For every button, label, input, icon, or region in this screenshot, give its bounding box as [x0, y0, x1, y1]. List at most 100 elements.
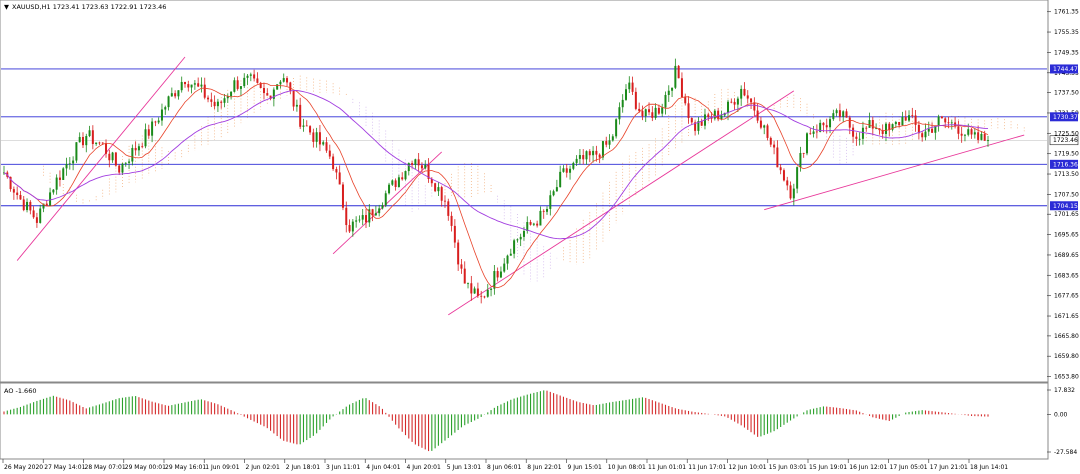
candle-body	[213, 101, 216, 107]
candle-body	[207, 97, 210, 100]
candle-body	[674, 65, 677, 88]
candle-body	[555, 187, 558, 192]
candle-body	[832, 113, 835, 120]
candle-body	[164, 107, 167, 110]
candle-body	[562, 168, 565, 172]
candle-body	[476, 288, 479, 296]
time-tick-label: 12 Jun 10:01	[729, 464, 767, 471]
level-price-tag-text: 1744.47	[1053, 66, 1078, 73]
ao-tick-label: 17.832	[1054, 387, 1075, 394]
candle-body	[335, 169, 338, 173]
candle-body	[522, 231, 525, 237]
candle-body	[796, 167, 799, 189]
candle-body	[641, 110, 644, 117]
candle-body	[983, 133, 986, 141]
candle-body	[914, 115, 917, 125]
candle-body	[443, 200, 446, 202]
candle-body	[519, 236, 522, 240]
trading-chart[interactable]: ▼ XAUUSD,H1 1723.41 1723.63 1722.91 1723…	[0, 0, 1080, 474]
candle-body	[638, 108, 641, 111]
candle-body	[977, 132, 980, 140]
candle-body	[644, 109, 647, 117]
price-tick-label: 1755.35	[1054, 29, 1079, 36]
price-tick-label: 1689.65	[1054, 252, 1079, 259]
candle-body	[967, 129, 970, 135]
candle-body	[661, 107, 664, 114]
candle-body	[802, 153, 805, 154]
candle-body	[937, 116, 940, 126]
candle-body	[144, 129, 147, 147]
candle-body	[322, 142, 325, 145]
candle-body	[499, 271, 502, 278]
time-tick-label: 5 Jun 13:01	[447, 464, 481, 471]
candle-body	[318, 132, 321, 145]
candle-body	[65, 164, 68, 169]
candle-body	[631, 82, 634, 92]
price-tick-label: 1701.65	[1054, 211, 1079, 218]
menu-dropdown-icon[interactable]: ▼	[4, 3, 9, 11]
candle-body	[733, 101, 736, 105]
price-tick-label: 1737.50	[1054, 90, 1079, 97]
time-tick-label: 10 Jun 08:01	[608, 464, 646, 471]
candle-body	[58, 177, 61, 180]
candle-body	[124, 162, 127, 164]
candle-body	[35, 217, 38, 223]
time-tick-label: 18 Jun 14:01	[970, 464, 1008, 471]
candle-body	[838, 110, 841, 117]
candle-body	[894, 121, 897, 125]
candle-body	[292, 90, 295, 107]
candle-body	[835, 110, 838, 114]
time-tick-label: 4 Jun 20:01	[407, 464, 441, 471]
candle-body	[608, 140, 611, 145]
candle-body	[529, 222, 532, 225]
candle-body	[203, 84, 206, 98]
candle-body	[615, 119, 618, 137]
candle-body	[295, 104, 298, 107]
time-tick-label: 3 Jun 11:01	[326, 464, 360, 471]
candle-body	[736, 98, 739, 105]
candle-body	[453, 225, 456, 243]
candle-body	[634, 91, 637, 109]
candle-body	[289, 82, 292, 91]
candle-body	[299, 104, 302, 127]
candle-body	[957, 126, 960, 134]
candle-body	[174, 93, 177, 97]
candle-body	[460, 264, 463, 269]
candle-body	[598, 154, 601, 158]
candle-body	[884, 123, 887, 134]
time-tick-label: 17 Jun 21:01	[930, 464, 968, 471]
candle-body	[513, 240, 516, 254]
candle-body	[309, 126, 312, 133]
candle-body	[49, 192, 52, 206]
candle-body	[792, 188, 795, 199]
candle-body	[312, 132, 315, 142]
candle-body	[539, 210, 542, 226]
candle-body	[72, 160, 75, 164]
time-tick-label: 28 May 07:01	[85, 464, 126, 471]
candle-body	[239, 86, 242, 89]
candle-body	[279, 81, 282, 85]
candle-body	[861, 127, 864, 139]
candle-body	[193, 83, 196, 85]
candle-body	[302, 125, 305, 127]
candle-body	[151, 121, 154, 136]
candle-body	[720, 115, 723, 120]
candle-body	[855, 136, 858, 139]
price-tick-label: 1761.35	[1054, 9, 1079, 16]
candle-body	[470, 283, 473, 294]
candle-body	[434, 183, 437, 192]
candle-body	[575, 158, 578, 163]
candle-body	[91, 130, 94, 145]
candle-body	[394, 180, 397, 187]
candle-body	[483, 296, 486, 298]
candle-body	[391, 180, 394, 185]
time-tick-label: 16 Jun 12:01	[849, 464, 887, 471]
candle-body	[532, 223, 535, 225]
candle-body	[648, 109, 651, 113]
candle-body	[355, 220, 358, 222]
candle-body	[605, 141, 608, 145]
candle-body	[628, 82, 631, 90]
price-tick-label: 1677.65	[1054, 293, 1079, 300]
candle-body	[578, 155, 581, 159]
candle-body	[328, 150, 331, 157]
